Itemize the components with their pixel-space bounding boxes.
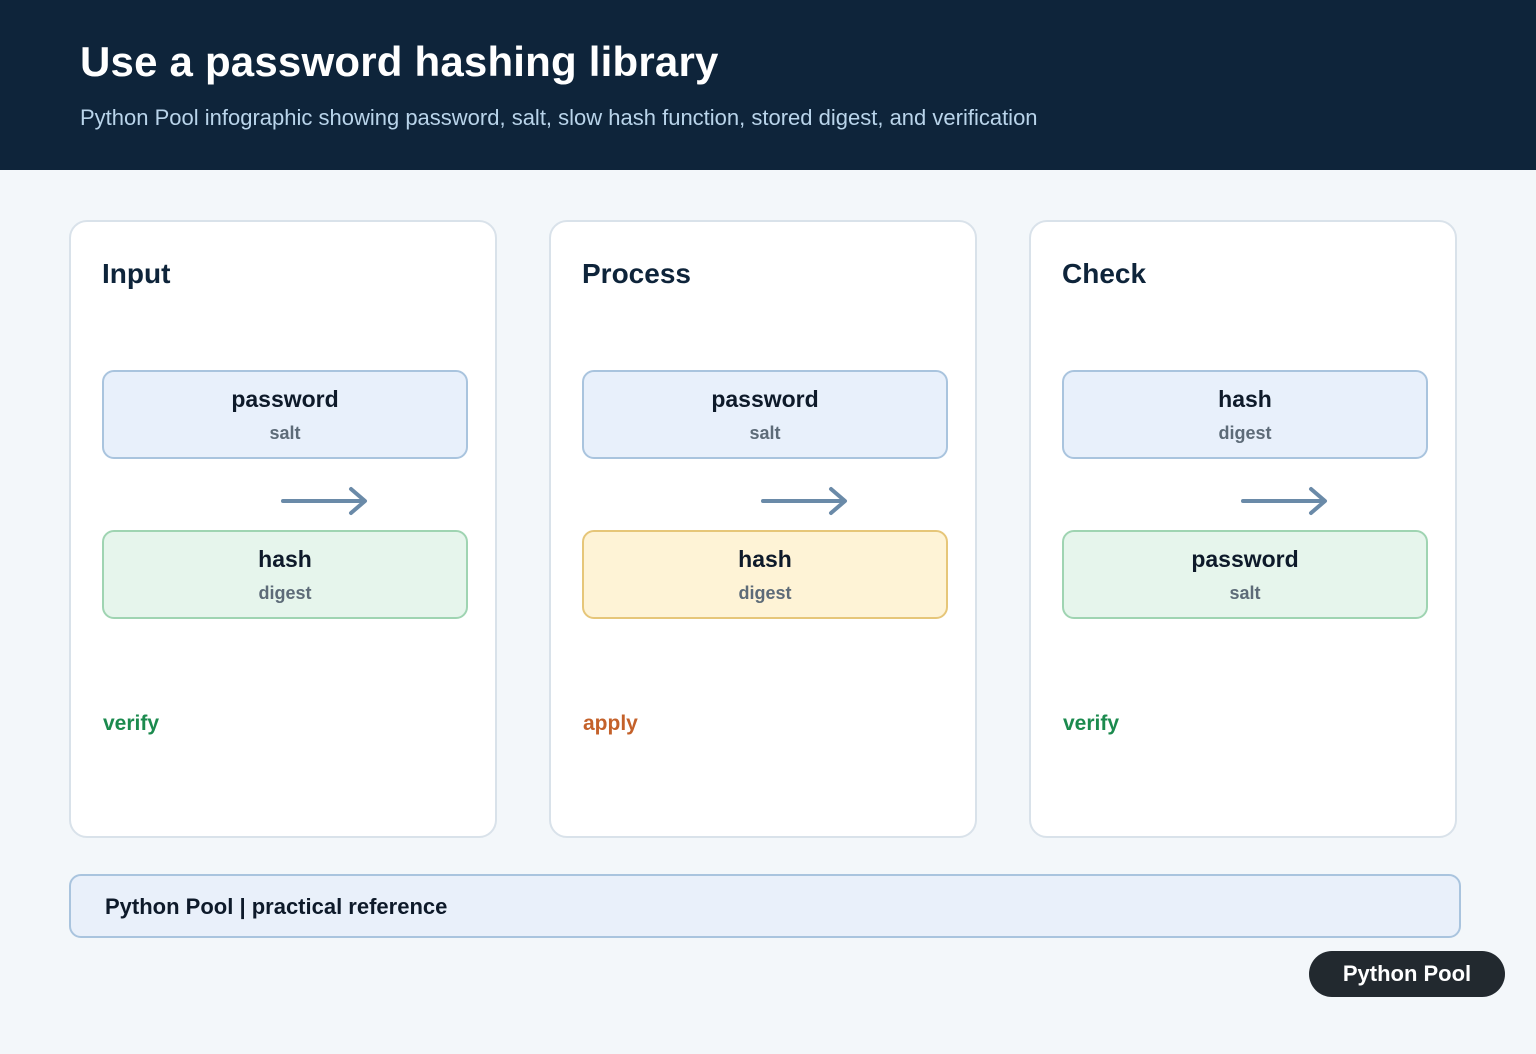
- box-main-label: hash: [738, 546, 792, 572]
- box-sub-label: digest: [1218, 423, 1272, 443]
- footer-bar: Python Pool | practical reference: [69, 874, 1461, 938]
- bottom-box: hash digest: [582, 530, 948, 619]
- box-sub-label: digest: [258, 583, 312, 603]
- footer-text: Python Pool | practical reference: [105, 894, 448, 919]
- card-input: Input password salt hash digest verify: [69, 220, 497, 838]
- card-title: Check: [1062, 258, 1147, 289]
- action-label: verify: [1063, 712, 1120, 735]
- arrow-right-icon: [281, 487, 367, 515]
- arrow-right-icon: [761, 487, 847, 515]
- card-process: Process password salt hash digest apply: [549, 220, 977, 838]
- box-sub-label: salt: [269, 423, 301, 443]
- box-main-label: password: [231, 386, 339, 412]
- top-box: password salt: [582, 370, 948, 459]
- card-title: Input: [102, 258, 171, 289]
- box-main-label: hash: [258, 546, 312, 572]
- brand-badge: Python Pool: [1309, 951, 1505, 997]
- page-title: Use a password hashing library: [80, 38, 719, 85]
- page-subtitle: Python Pool infographic showing password…: [80, 105, 1038, 130]
- box-main-label: password: [711, 386, 819, 412]
- bottom-box: hash digest: [102, 530, 468, 619]
- box-main-label: password: [1191, 546, 1299, 572]
- box-sub-label: digest: [738, 583, 792, 603]
- box-sub-label: salt: [1229, 583, 1261, 603]
- box-main-label: hash: [1218, 386, 1272, 412]
- action-label: apply: [583, 712, 638, 735]
- top-box: hash digest: [1062, 370, 1428, 459]
- header-banner: Use a password hashing library Python Po…: [0, 0, 1536, 170]
- card-title: Process: [582, 258, 691, 289]
- box-sub-label: salt: [749, 423, 781, 443]
- top-box: password salt: [102, 370, 468, 459]
- action-label: verify: [103, 712, 160, 735]
- arrow-right-icon: [1241, 487, 1327, 515]
- bottom-box: password salt: [1062, 530, 1428, 619]
- card-check: Check hash digest password salt verify: [1029, 220, 1457, 838]
